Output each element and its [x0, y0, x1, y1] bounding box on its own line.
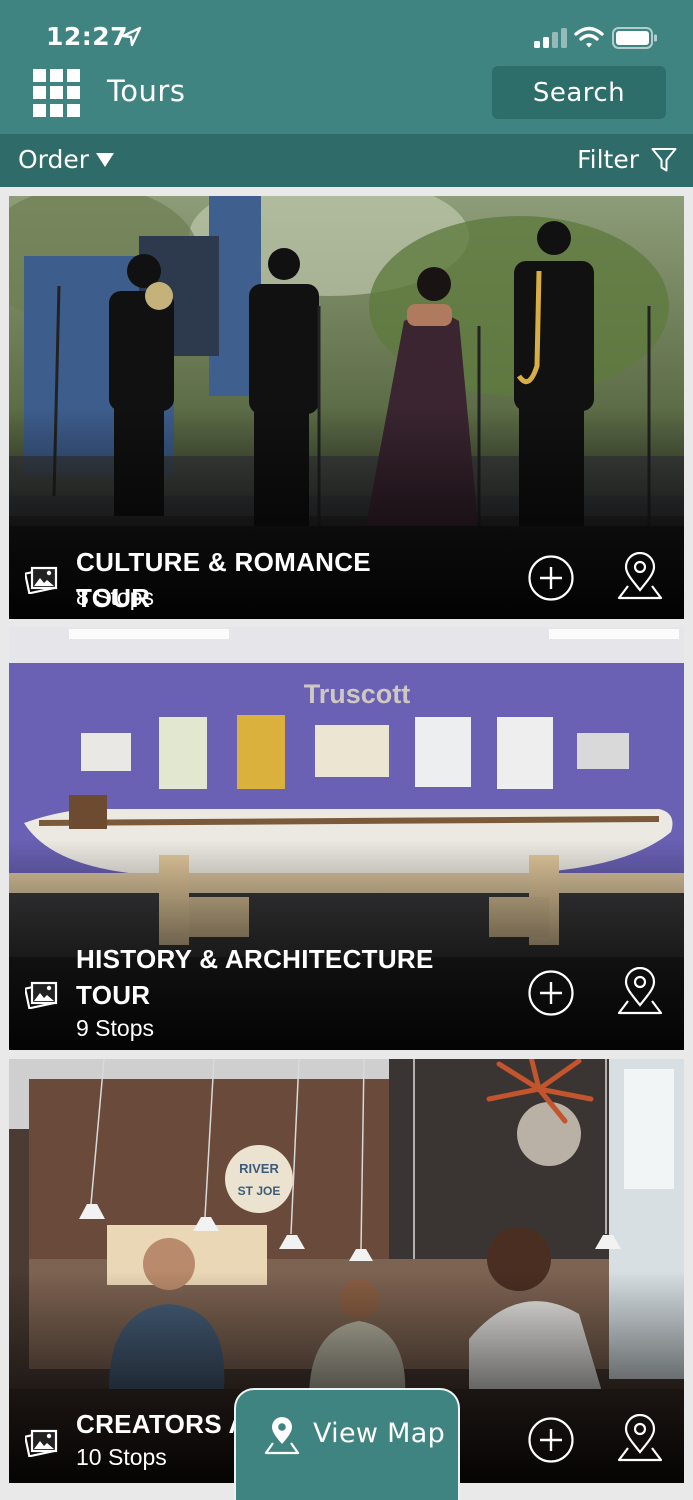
- order-dropdown[interactable]: Order: [18, 145, 115, 174]
- map-pin-icon[interactable]: [616, 552, 664, 602]
- tour-stops-count: 10 Stops: [76, 1444, 167, 1470]
- order-label: Order: [18, 145, 90, 174]
- status-time: 12:27: [46, 22, 129, 51]
- caret-down-icon: [96, 152, 115, 167]
- filter-label: Filter: [577, 145, 639, 174]
- tour-title: HISTORY & ARCHITECTURE TOUR: [76, 944, 434, 1010]
- gallery-icon: [25, 566, 58, 594]
- cellular-signal-icon: [534, 28, 567, 48]
- location-arrow-icon: [121, 26, 142, 47]
- search-button[interactable]: Search: [492, 66, 666, 119]
- gallery-icon: [25, 981, 58, 1009]
- view-map-label: View Map: [313, 1418, 446, 1449]
- map-pin-icon: [264, 1417, 300, 1455]
- status-bar: 12:27: [0, 0, 693, 70]
- museum-sign-text: Truscott: [304, 679, 411, 709]
- app-grid-menu-icon[interactable]: [33, 69, 81, 117]
- add-tour-icon[interactable]: [527, 1416, 575, 1464]
- map-pin-icon[interactable]: [616, 967, 664, 1017]
- wifi-icon: [574, 26, 604, 48]
- cafe-sign-stjoe: ST JOE: [238, 1184, 281, 1198]
- cafe-sign-river: RIVER: [239, 1161, 279, 1176]
- tour-card[interactable]: CULTURE & ROMANCE TOUR 8 Stops: [9, 196, 684, 619]
- view-map-button[interactable]: View Map: [234, 1388, 460, 1500]
- filter-button[interactable]: Filter: [577, 145, 677, 174]
- tour-card[interactable]: Truscott HISTORY & ARCHITECTURE TOUR 9 S…: [9, 627, 684, 1050]
- app-header: 12:27 Tours Search: [0, 0, 693, 134]
- gallery-icon: [25, 1429, 58, 1457]
- page-title: Tours: [107, 74, 186, 108]
- battery-icon: [612, 27, 657, 49]
- add-tour-icon[interactable]: [527, 969, 575, 1017]
- funnel-icon: [651, 147, 677, 171]
- map-pin-icon[interactable]: [616, 1414, 664, 1464]
- add-tour-icon[interactable]: [527, 554, 575, 602]
- tour-stops-count: 8 Stops: [76, 584, 154, 610]
- tour-stops-count: 9 Stops: [76, 1015, 154, 1041]
